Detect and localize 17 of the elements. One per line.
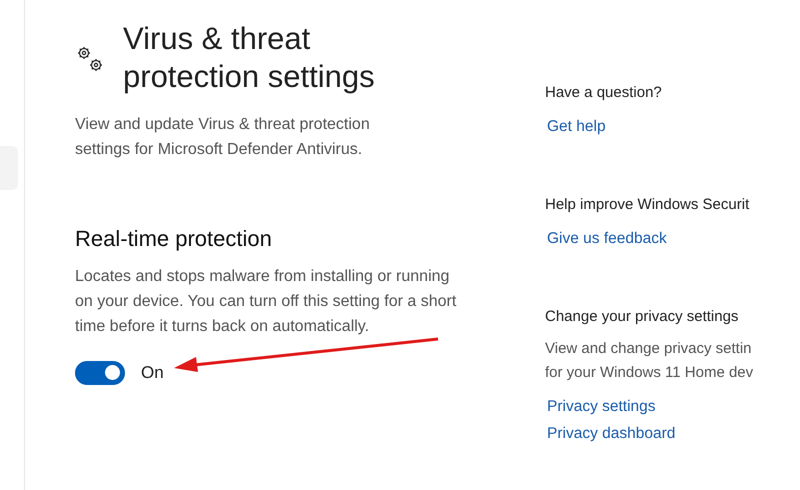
toggle-label: On: [141, 363, 164, 383]
panel-text: for your Windows 11 Home dev: [545, 363, 754, 383]
panel-text: View and change privacy settin: [545, 339, 752, 359]
panel-heading: Help improve Windows Securit: [545, 196, 750, 213]
panel-heading: Change your privacy settings: [545, 308, 738, 325]
panel-heading: Have a question?: [545, 84, 662, 101]
toggle-switch[interactable]: [75, 361, 125, 385]
gears-icon: [75, 44, 105, 74]
page-description: View and update Virus & threat protection settings for Microsoft Defender Antivirus.: [75, 115, 371, 160]
page-title: Virus & threat: [123, 20, 312, 58]
link[interactable]: Get help: [547, 113, 606, 140]
section-description: Locates and stops malware from installing or running on your device. You can turn off this setting for a short time before it turns back on automatically.: [75, 267, 458, 337]
link[interactable]: Give us feedback: [547, 225, 667, 252]
link[interactable]: Privacy settings: [547, 393, 656, 420]
link[interactable]: Privacy dashboard: [547, 420, 676, 447]
section-title: Real-time protection: [75, 226, 273, 252]
page-title: protection settings: [123, 58, 375, 96]
